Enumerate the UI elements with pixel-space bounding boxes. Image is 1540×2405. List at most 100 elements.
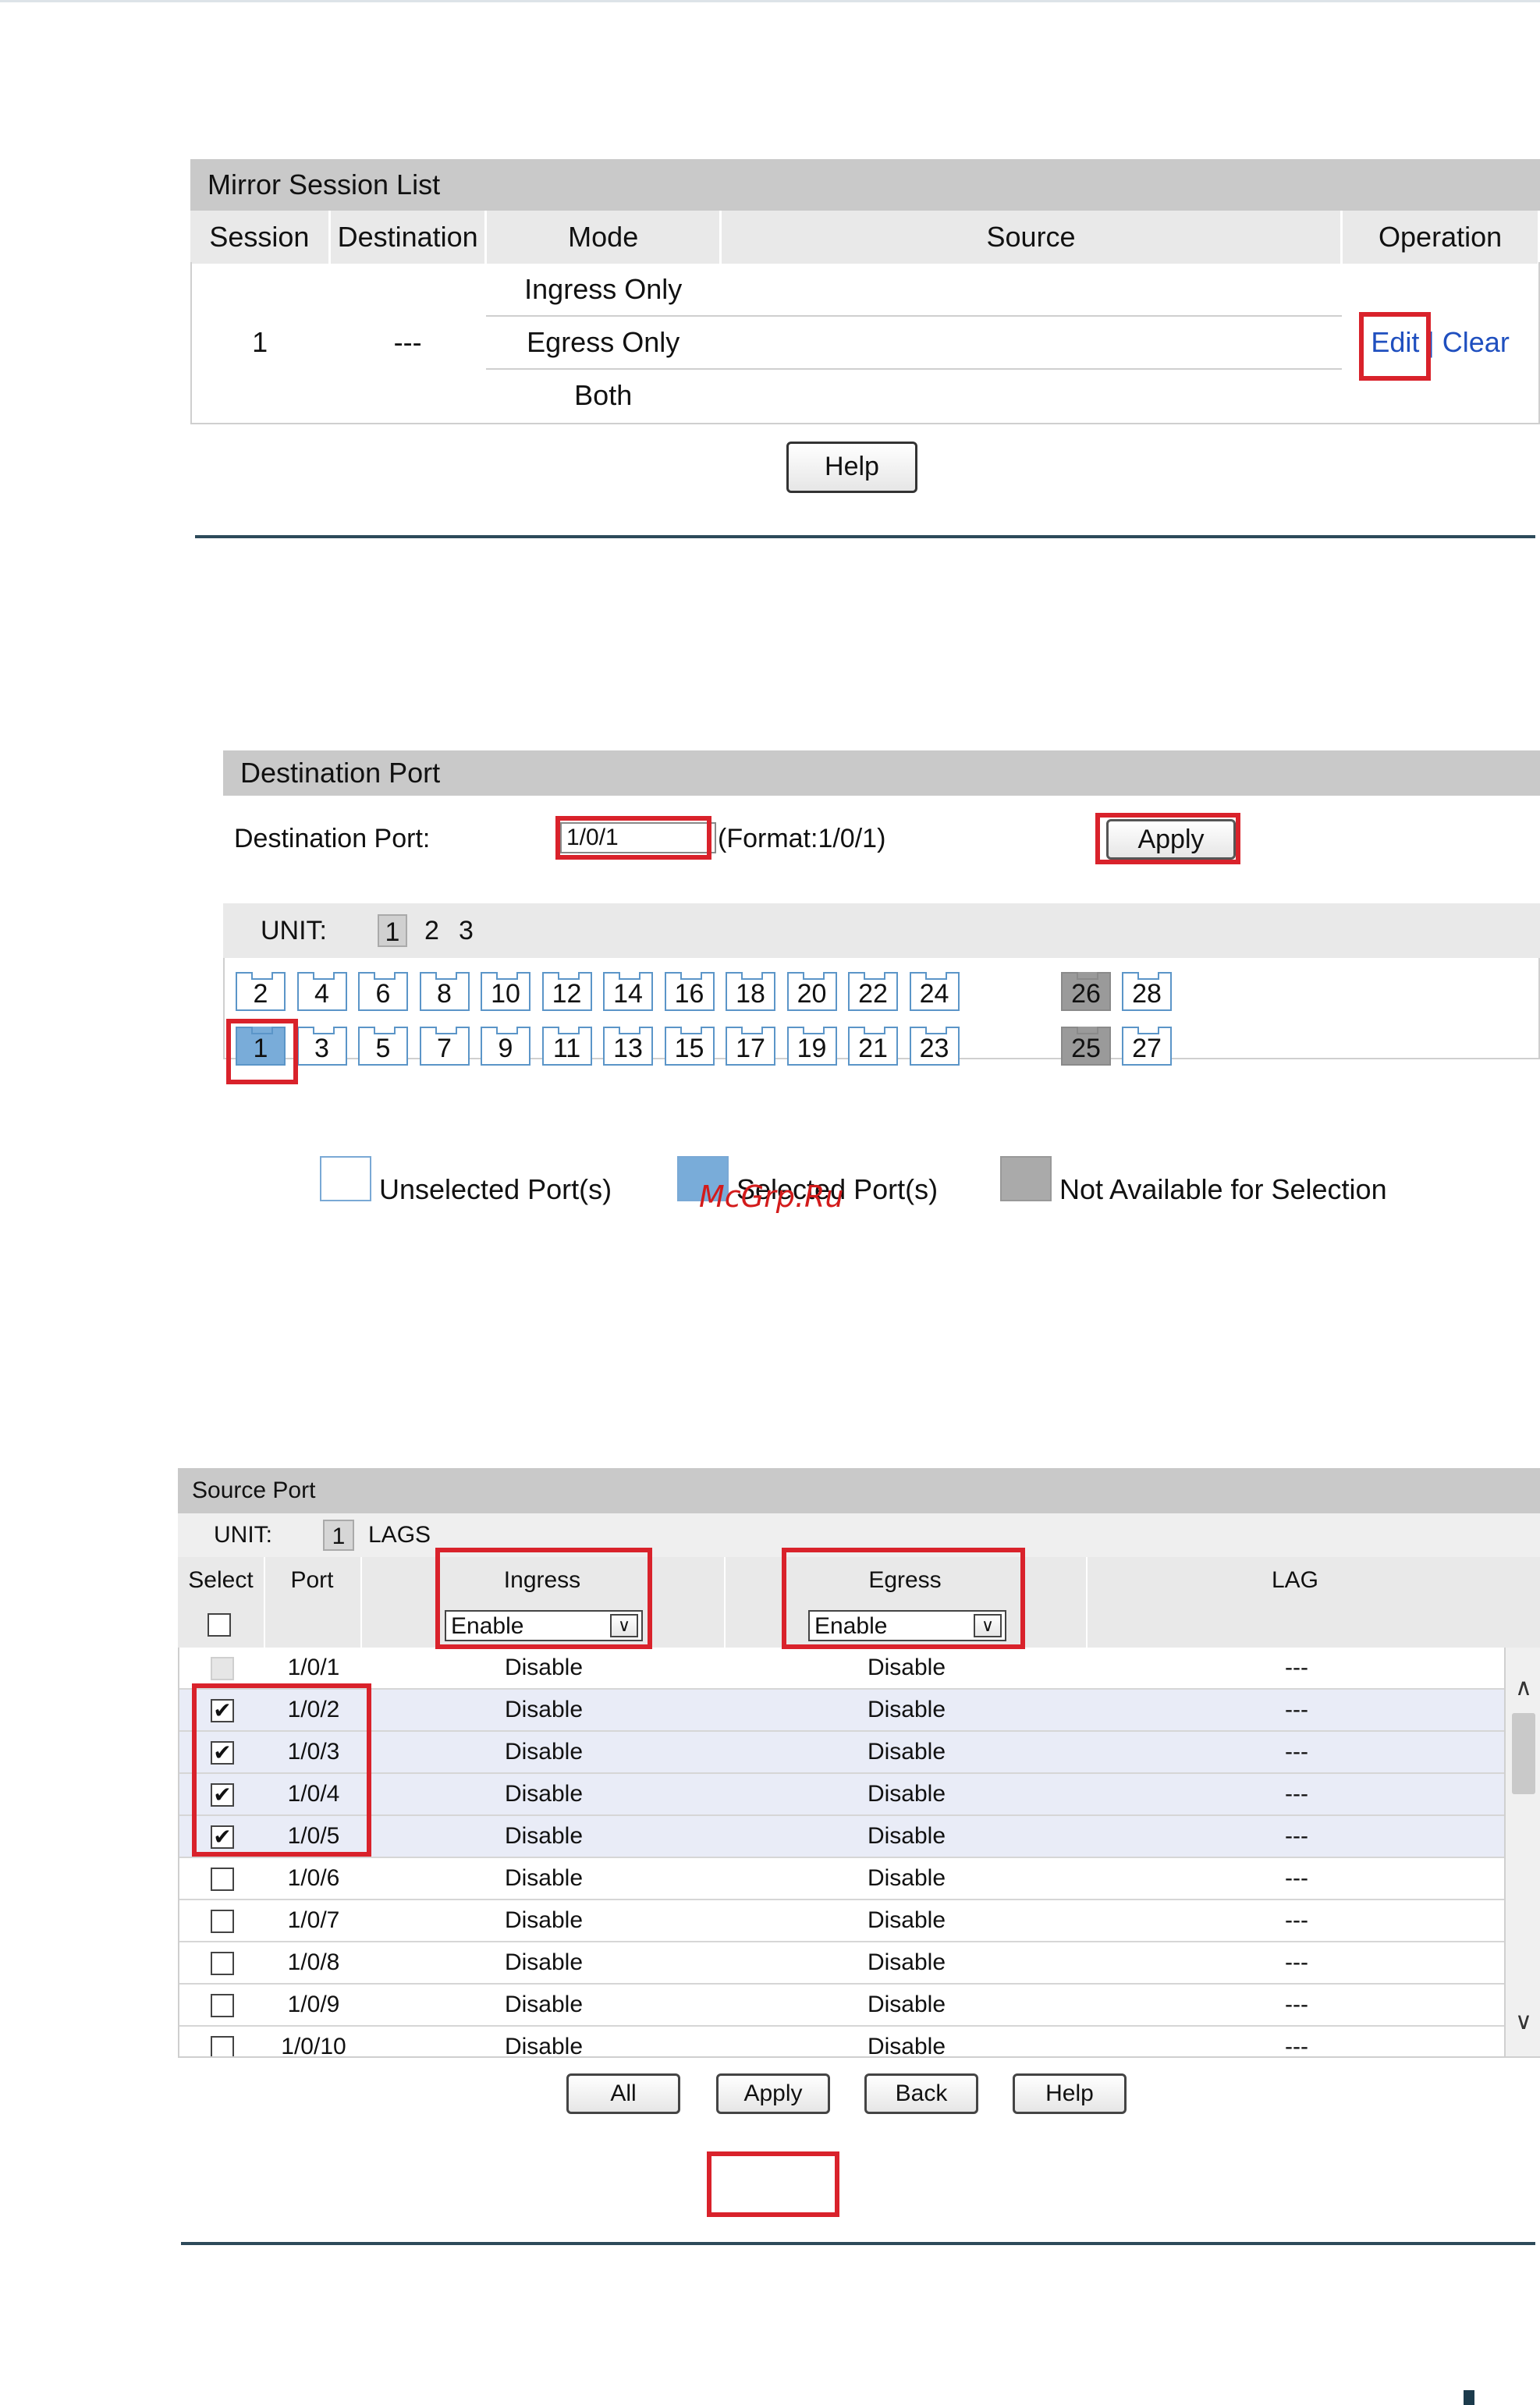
row-checkbox[interactable]: ✔ — [211, 1741, 234, 1765]
source-port-panel: Source Port UNIT: 1 LAGS Select Port Ing… — [178, 1468, 1540, 2147]
header-divider — [724, 1604, 726, 1648]
egress-cell: Disable — [867, 1949, 946, 1975]
destination-port-input[interactable]: 1/0/1 — [560, 822, 716, 853]
port-cell: 1/0/2 — [287, 1697, 340, 1722]
source-port-title: Source Port — [178, 1468, 1540, 1513]
mode-egress-only: Egress Only — [485, 315, 721, 369]
port-9[interactable]: 9 — [481, 1027, 530, 1066]
port-23[interactable]: 23 — [909, 1027, 960, 1066]
row-checkbox[interactable]: ✔ — [211, 1783, 234, 1807]
port-cell: 1/0/3 — [287, 1739, 340, 1765]
table-row[interactable]: 1/0/7 Disable Disable --- — [179, 1900, 1506, 1942]
lag-cell: --- — [1285, 1992, 1308, 2017]
port-6[interactable]: 6 — [358, 972, 408, 1011]
col-egress: Egress — [868, 1567, 942, 1593]
table-row[interactable]: 1/0/9 Disable Disable --- — [179, 1985, 1506, 2027]
port-1[interactable]: 1 — [236, 1027, 286, 1066]
row-checkbox[interactable]: ✔ — [211, 1699, 234, 1722]
table-row[interactable]: ✔ 1/0/5 Disable Disable --- — [179, 1816, 1506, 1858]
table-row[interactable]: 1/0/1 Disable Disable --- — [179, 1648, 1506, 1690]
ingress-cell: Disable — [504, 1865, 584, 1891]
source-unit-tab-1[interactable]: 1 — [323, 1520, 354, 1551]
port-5[interactable]: 5 — [358, 1027, 408, 1066]
port-3[interactable]: 3 — [296, 1027, 347, 1066]
scroll-thumb[interactable] — [1512, 1713, 1535, 1794]
unit-label: UNIT: — [261, 916, 327, 945]
table-row[interactable]: ✔ 1/0/3 Disable Disable --- — [179, 1732, 1506, 1774]
port-11[interactable]: 11 — [541, 1027, 592, 1066]
source-table-controls: Enable ∨ Enable ∨ — [178, 1604, 1540, 1648]
row-checkbox[interactable] — [211, 1868, 234, 1891]
port-17[interactable]: 17 — [726, 1027, 775, 1066]
egress-select[interactable]: Enable ∨ — [808, 1610, 1006, 1641]
back-button[interactable]: Back — [864, 2073, 978, 2114]
port-14[interactable]: 14 — [603, 972, 653, 1011]
lags-tab[interactable]: LAGS — [368, 1513, 431, 1557]
port-27[interactable]: 27 — [1122, 1027, 1172, 1066]
row-checkbox[interactable] — [211, 2036, 234, 2056]
port-28[interactable]: 28 — [1122, 972, 1172, 1011]
clear-link[interactable]: Clear — [1442, 326, 1510, 358]
scrollbar[interactable]: ∧ ∨ — [1504, 1648, 1540, 2056]
unit-bar: UNIT: 1 2 3 — [223, 903, 1540, 958]
help-button[interactable]: Help — [786, 442, 917, 493]
unit-tab-2[interactable]: 2 — [424, 903, 439, 958]
header-divider — [360, 1557, 362, 1604]
port-18[interactable]: 18 — [726, 972, 775, 1011]
table-row[interactable]: ✔ 1/0/4 Disable Disable --- — [179, 1774, 1506, 1816]
col-lag: LAG — [1271, 1567, 1319, 1593]
source-unit-bar: UNIT: 1 LAGS — [178, 1513, 1540, 1557]
ingress-cell: Disable — [504, 2034, 584, 2056]
port-4[interactable]: 4 — [296, 972, 347, 1011]
lag-cell: --- — [1285, 1949, 1308, 1975]
unit-tab-3[interactable]: 3 — [459, 903, 474, 958]
ingress-cell: Disable — [504, 1697, 584, 1722]
select-all-checkbox[interactable] — [208, 1613, 231, 1637]
source-apply-button[interactable]: Apply — [716, 2073, 830, 2114]
operation-cell: Edit | Clear — [1341, 264, 1539, 421]
port-25: 25 — [1061, 1027, 1111, 1066]
port-16[interactable]: 16 — [664, 972, 715, 1011]
port-2[interactable]: 2 — [236, 972, 286, 1011]
port-7[interactable]: 7 — [419, 1027, 470, 1066]
operation-separator: | — [1427, 326, 1435, 358]
all-button[interactable]: All — [566, 2073, 680, 2114]
port-13[interactable]: 13 — [603, 1027, 653, 1066]
source-egress-cell — [720, 315, 1342, 369]
scroll-down-icon[interactable]: ∨ — [1506, 2008, 1540, 2035]
port-10[interactable]: 10 — [481, 972, 530, 1011]
col-session: Session — [190, 211, 331, 264]
source-help-button[interactable]: Help — [1013, 2073, 1127, 2114]
port-12[interactable]: 12 — [541, 972, 592, 1011]
unit-tab-1[interactable]: 1 — [378, 914, 407, 947]
port-8[interactable]: 8 — [419, 972, 470, 1011]
scroll-up-icon[interactable]: ∧ — [1506, 1674, 1540, 1701]
ingress-select[interactable]: Enable ∨ — [445, 1610, 643, 1641]
section-divider-1 — [195, 535, 1535, 538]
table-row[interactable]: 1/0/8 Disable Disable --- — [179, 1942, 1506, 1985]
table-row[interactable]: 1/0/6 Disable Disable --- — [179, 1858, 1506, 1900]
row-checkbox[interactable] — [211, 1994, 234, 2017]
port-21[interactable]: 21 — [848, 1027, 898, 1066]
destination-cell: --- — [329, 264, 486, 421]
mirror-session-list-title: Mirror Session List — [190, 159, 1540, 211]
table-row[interactable]: ✔ 1/0/2 Disable Disable --- — [179, 1690, 1506, 1732]
lag-cell: --- — [1285, 1655, 1308, 1680]
col-operation: Operation — [1341, 211, 1540, 264]
table-row[interactable]: 1/0/10 Disable Disable --- — [179, 2027, 1506, 2056]
row-checkbox[interactable]: ✔ — [211, 1825, 234, 1849]
row-checkbox[interactable] — [211, 1910, 234, 1933]
mode-both: Both — [485, 368, 721, 421]
header-divider — [724, 1557, 726, 1604]
port-15[interactable]: 15 — [664, 1027, 715, 1066]
legend-not-available: Not Available for Selection — [1059, 1173, 1387, 1205]
port-grid: 2 4 6 8 10 12 14 16 18 20 22 24 1 3 5 7 9 11 13 15 17 19 21 23 2… — [223, 958, 1540, 1066]
port-24[interactable]: 24 — [909, 972, 960, 1011]
edit-link[interactable]: Edit — [1371, 326, 1419, 358]
port-19[interactable]: 19 — [786, 1027, 837, 1066]
port-20[interactable]: 20 — [786, 972, 837, 1011]
port-22[interactable]: 22 — [848, 972, 898, 1011]
row-checkbox[interactable] — [211, 1952, 234, 1975]
destination-apply-button[interactable]: Apply — [1106, 819, 1236, 860]
format-hint: (Format:1/0/1) — [718, 824, 886, 853]
